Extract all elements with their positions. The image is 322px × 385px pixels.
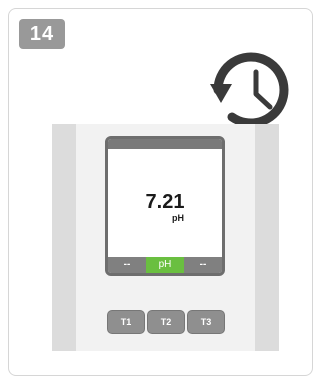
device-right-rail [255, 124, 279, 351]
step-number-badge: 14 [19, 19, 65, 49]
t1-button[interactable]: T1 [107, 310, 145, 334]
t3-button[interactable]: T3 [187, 310, 225, 334]
history-icon [210, 52, 289, 128]
meter-display: 7.21 pH -- pH -- [105, 136, 225, 276]
softkey-bar: -- pH -- [108, 257, 222, 273]
softkey-right[interactable]: -- [184, 257, 222, 273]
display-status-bar [108, 139, 222, 149]
t2-button[interactable]: T2 [147, 310, 185, 334]
measurement-unit: pH [172, 213, 184, 223]
measurement-value: 7.21 [145, 191, 185, 213]
softkey-left[interactable]: -- [108, 257, 146, 273]
device-left-rail [52, 124, 76, 351]
softkey-ph[interactable]: pH [146, 257, 184, 273]
